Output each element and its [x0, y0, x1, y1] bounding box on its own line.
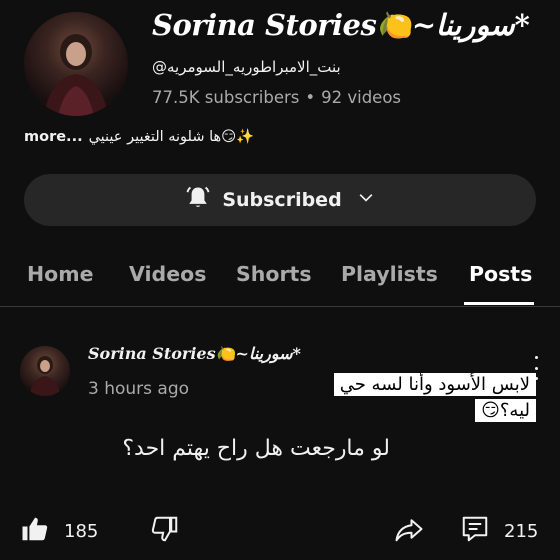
- channel-description[interactable]: more... ها شلونه التغيير عينيي😏✨: [24, 128, 255, 146]
- subscribed-label: Subscribed: [222, 189, 342, 211]
- post-caption-overlay: لابس الأسود وأنا لسه حي ليه؟😏: [304, 372, 536, 424]
- post-author-avatar[interactable]: [20, 346, 70, 396]
- subscribed-button[interactable]: Subscribed: [24, 174, 536, 226]
- post-text: لو مارجعت هل راح يهتم احد؟: [122, 436, 390, 461]
- bell-icon: [184, 184, 212, 217]
- description-text: ها شلونه التغيير عينيي😏✨: [88, 129, 255, 145]
- tab-shorts[interactable]: Shorts: [236, 262, 312, 286]
- channel-tabs: Home Videos Shorts Playlists Posts: [0, 244, 560, 307]
- comment-action: 215: [460, 514, 538, 549]
- video-count: 92 videos: [321, 88, 402, 107]
- tab-home[interactable]: Home: [27, 262, 94, 286]
- thumbs-up-icon[interactable]: [20, 514, 50, 549]
- caption-text: لابس الأسود وأنا لسه حي ليه؟😏: [333, 373, 536, 422]
- tab-playlists[interactable]: Playlists: [341, 262, 438, 286]
- tab-videos[interactable]: Videos: [129, 262, 206, 286]
- channel-avatar[interactable]: [24, 12, 128, 116]
- channel-handle: @بنت_الامبراطوريه_السومريه: [152, 58, 341, 76]
- comment-icon[interactable]: [460, 514, 490, 549]
- share-action: [394, 514, 424, 549]
- like-action: 185: [20, 514, 98, 549]
- channel-stats: 77.5K subscribers • 92 videos: [152, 88, 401, 107]
- chevron-down-icon: [356, 188, 376, 213]
- thumbs-down-icon[interactable]: [150, 514, 180, 549]
- channel-title: Sorina Stories🍋~سورينا*: [152, 8, 530, 42]
- post-author-name[interactable]: Sorina Stories🍋~سورينا*: [88, 344, 301, 363]
- tab-posts[interactable]: Posts: [469, 262, 532, 286]
- subscriber-count: 77.5K subscribers: [152, 88, 300, 107]
- dislike-action: [150, 514, 180, 549]
- post-timestamp: 3 hours ago: [88, 379, 190, 399]
- active-tab-indicator: [464, 302, 534, 305]
- like-count: 185: [64, 521, 99, 542]
- more-link[interactable]: more...: [24, 129, 83, 145]
- stats-separator: •: [305, 88, 316, 107]
- share-icon[interactable]: [394, 514, 424, 549]
- comment-count: 215: [504, 521, 539, 542]
